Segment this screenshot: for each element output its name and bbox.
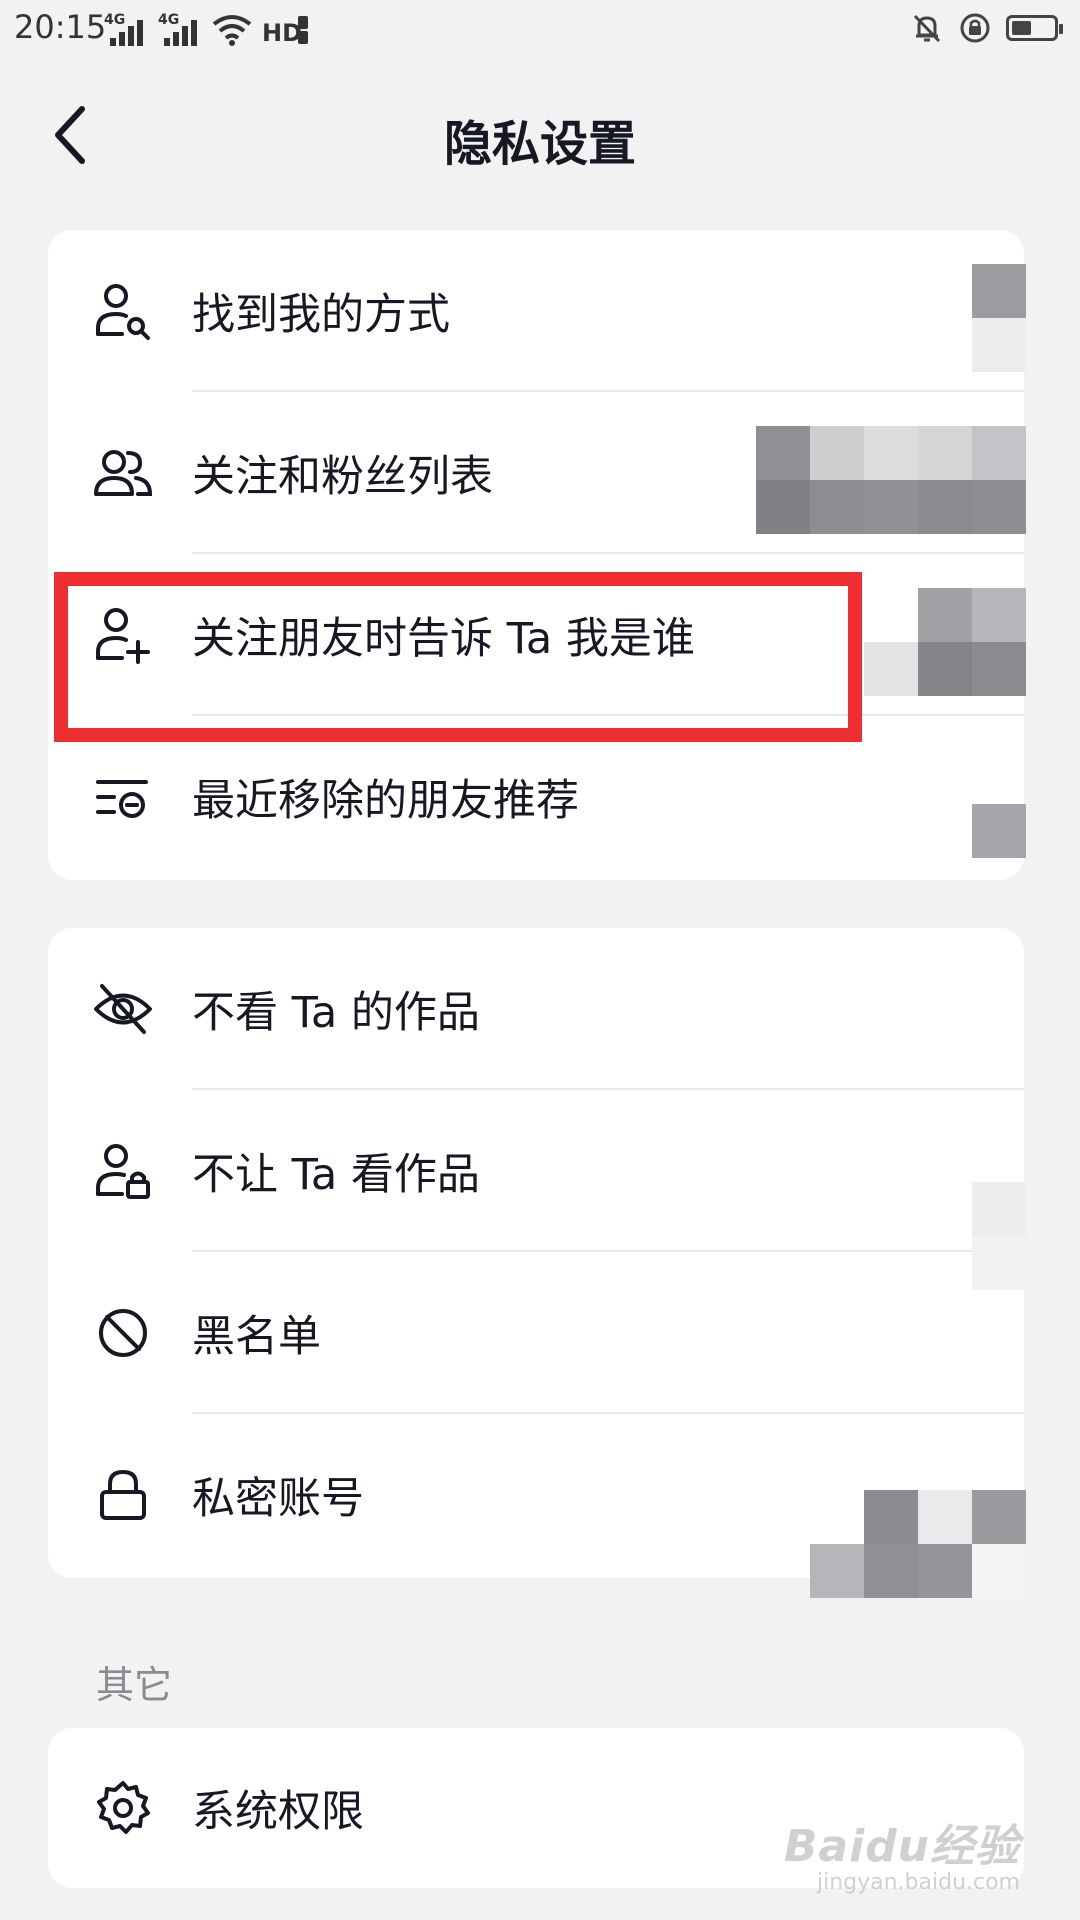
user-search-icon: [96, 284, 150, 340]
settings-row-tell-friend-who-i-am[interactable]: 关注朋友时告诉 Ta 我是谁: [48, 554, 1024, 716]
settings-row-label: 系统权限: [192, 1787, 364, 1837]
signal-icon: 4G: [158, 12, 202, 46]
rotation-lock-icon: [960, 13, 990, 43]
users-icon: [94, 450, 153, 496]
page-title: 隐私设置: [443, 116, 636, 172]
battery-icon: [1006, 15, 1063, 41]
settings-row-removed-friend-suggestions[interactable]: 最近移除的朋友推荐: [48, 716, 1024, 878]
user-plus-icon: [96, 608, 150, 664]
settings-row-find-me[interactable]: 找到我的方式: [48, 230, 1024, 392]
hd-icon: HD: [262, 16, 308, 46]
settings-row-system-permissions[interactable]: 系统权限: [48, 1728, 1024, 1888]
settings-row-label: 最近移除的朋友推荐: [192, 776, 579, 826]
settings-row-label: 关注和粉丝列表: [192, 452, 493, 502]
settings-row-label: 关注朋友时告诉 Ta 我是谁: [192, 614, 695, 664]
section-label-other: 其它: [96, 1663, 173, 1707]
settings-row-label: 黑名单: [192, 1312, 321, 1362]
settings-row-label: 不让 Ta 看作品: [192, 1150, 480, 1200]
settings-row-follow-fan-list[interactable]: 关注和粉丝列表: [48, 392, 1024, 554]
eye-off-icon: [94, 984, 152, 1034]
block-icon: [99, 1309, 147, 1357]
settings-row-hide-their-posts[interactable]: 不看 Ta 的作品: [48, 928, 1024, 1090]
list-minus-icon: [96, 780, 148, 818]
status-time: 20:15: [14, 8, 107, 46]
settings-row-block-from-my-posts[interactable]: 不让 Ta 看作品: [48, 1090, 1024, 1252]
status-bar: 20:15 4G 4G HD: [0, 0, 1080, 56]
settings-row-label: 找到我的方式: [192, 290, 450, 340]
mute-bell-icon: [913, 14, 941, 43]
status-right-icons: [910, 10, 1063, 46]
settings-row-blacklist[interactable]: 黑名单: [48, 1252, 1024, 1414]
gear-icon: [97, 1781, 150, 1834]
privacy-group-content: 不看 Ta 的作品 不让 Ta 看作品 黑名单 私密账号: [48, 928, 1024, 1578]
user-lock-icon: [96, 1144, 150, 1199]
settings-row-label: 不看 Ta 的作品: [192, 988, 480, 1038]
privacy-group-other: 系统权限: [48, 1728, 1024, 1888]
lock-icon: [100, 1469, 146, 1520]
signal-icon: 4G: [104, 12, 148, 46]
settings-row-private-account[interactable]: 私密账号: [48, 1414, 1024, 1576]
wifi-icon: [212, 15, 252, 46]
status-left-icons: 4G 4G HD: [104, 10, 310, 46]
hd-label: HD: [262, 19, 302, 46]
settings-row-label: 私密账号: [192, 1474, 364, 1524]
header: 隐私设置: [0, 80, 1080, 190]
privacy-group-discovery: 找到我的方式 关注和粉丝列表 关注朋友时告诉 Ta 我是谁 最近移除的朋友推荐: [48, 230, 1024, 880]
